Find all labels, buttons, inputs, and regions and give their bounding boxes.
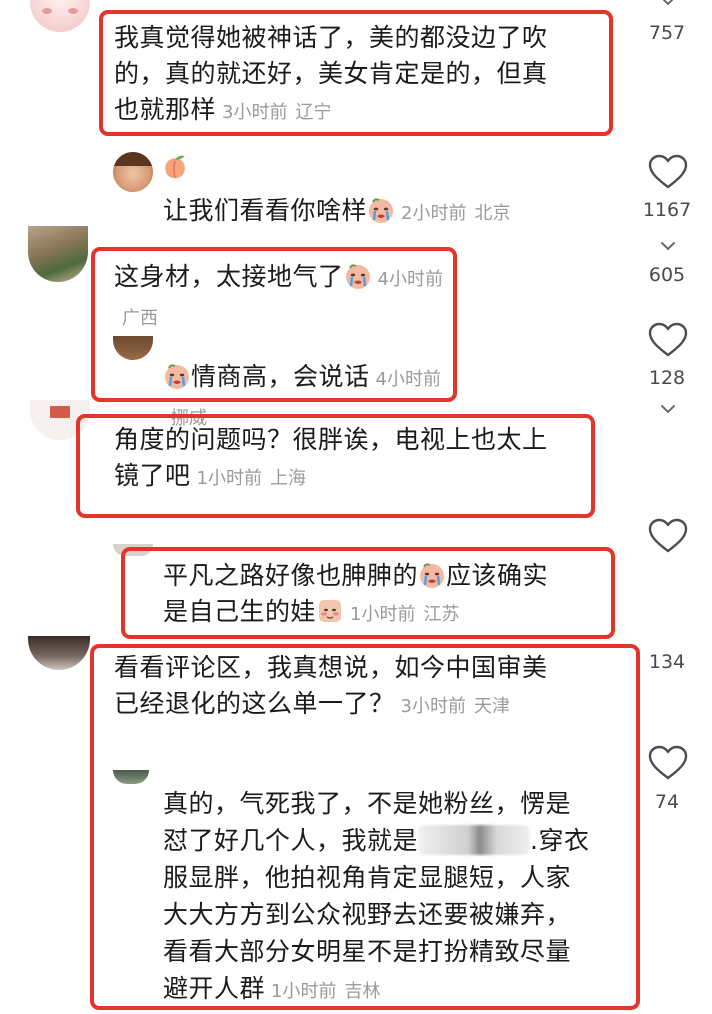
like-count: 128 bbox=[648, 367, 686, 389]
chevron-down-icon[interactable] bbox=[660, 0, 676, 6]
heart-outline-icon[interactable] bbox=[648, 154, 688, 190]
user-avatar[interactable] bbox=[113, 152, 153, 192]
highlight-box bbox=[121, 547, 615, 639]
chevron-down-icon[interactable] bbox=[660, 241, 676, 251]
like-count: 757 bbox=[648, 22, 686, 44]
comment-location: 北京 bbox=[474, 203, 511, 224]
highlight-box bbox=[90, 644, 640, 1010]
avatar-badge bbox=[50, 406, 70, 418]
user-avatar[interactable] bbox=[28, 636, 90, 670]
chevron-down-icon[interactable] bbox=[660, 404, 676, 414]
comment-time: 2小时前 bbox=[401, 203, 467, 224]
like-count: 74 bbox=[654, 791, 680, 813]
highlight-box bbox=[99, 10, 613, 136]
heart-outline-icon[interactable] bbox=[648, 745, 688, 781]
comment-meta: 2小时前 北京 bbox=[401, 203, 510, 224]
comment-line-text: 让我们看看你啥样 bbox=[163, 196, 368, 225]
avatar-cheek bbox=[42, 8, 52, 14]
comment-text: 让我们看看你啥样 2小时前 北京 bbox=[163, 193, 593, 232]
heart-outline-icon[interactable] bbox=[648, 322, 688, 358]
heart-outline-icon[interactable] bbox=[648, 518, 688, 554]
like-count: 134 bbox=[648, 651, 686, 673]
peach-emoji bbox=[160, 152, 190, 182]
avatar-hair bbox=[113, 152, 153, 166]
highlight-box bbox=[76, 414, 595, 518]
like-count: 605 bbox=[648, 264, 686, 286]
user-avatar[interactable] bbox=[30, 0, 90, 32]
highlight-box bbox=[91, 247, 457, 402]
user-avatar[interactable] bbox=[28, 226, 88, 282]
avatar-cheek bbox=[68, 8, 78, 14]
like-count: 1167 bbox=[642, 199, 692, 221]
crying-face-emoji bbox=[367, 196, 395, 224]
